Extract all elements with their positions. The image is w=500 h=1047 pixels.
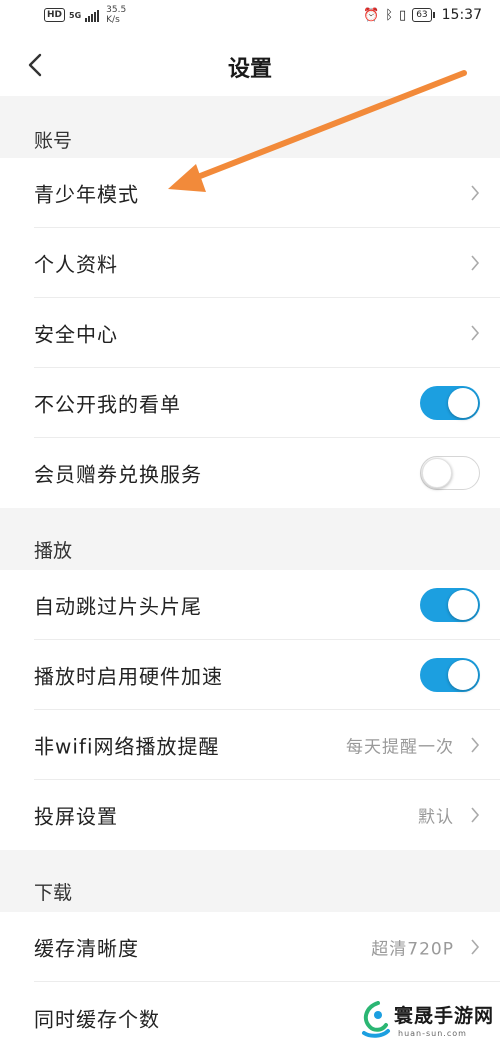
settings-row-youth-mode[interactable]: 青少年模式: [0, 158, 500, 228]
settings-row-security[interactable]: 安全中心: [0, 298, 500, 368]
settings-row-cache-quality[interactable]: 缓存清晰度 超清720P: [0, 912, 500, 982]
section-header-account: 账号: [0, 96, 500, 158]
battery-icon: 63: [412, 8, 436, 22]
clock: 15:37: [441, 7, 482, 23]
alarm-icon: ⏰: [363, 7, 380, 23]
section-title: 账号: [34, 130, 73, 152]
row-label: 自动跳过片头片尾: [34, 594, 202, 619]
row-value: 超清720P: [371, 939, 454, 960]
settings-row-skip-intro: 自动跳过片头片尾: [0, 570, 500, 640]
row-value: 每天提醒一次: [346, 737, 454, 758]
chevron-right-icon: [471, 737, 480, 753]
settings-row-profile[interactable]: 个人资料: [0, 228, 500, 298]
row-label: 会员赠券兑换服务: [34, 462, 202, 487]
toggle-knob: [448, 660, 478, 690]
row-label: 投屏设置: [34, 804, 118, 829]
row-label: 非wifi网络播放提醒: [34, 734, 220, 759]
watermark-url: huan-sun.com: [398, 1029, 467, 1038]
row-label: 安全中心: [34, 322, 118, 347]
watermark-logo-icon: [362, 1001, 390, 1038]
bluetooth-icon: ᛒ: [385, 7, 394, 23]
settings-row-private-list: 不公开我的看单: [0, 368, 500, 438]
toggle-knob: [448, 388, 478, 418]
watermark: 寰晟手游网 huan-sun.com: [354, 997, 494, 1043]
section-title: 下载: [34, 882, 73, 904]
settings-row-hw-accel: 播放时启用硬件加速: [0, 640, 500, 710]
page-title: 设置: [227, 57, 272, 82]
row-value: 默认: [418, 807, 454, 828]
row-label: 缓存清晰度: [34, 936, 139, 961]
network-type: 5G: [69, 10, 82, 20]
row-label: 不公开我的看单: [34, 392, 181, 417]
net-speed-value: 35.5: [106, 5, 127, 15]
hd-badge: HD: [44, 8, 66, 22]
net-speed: 35.5 K/s: [106, 5, 126, 25]
row-label: 个人资料: [34, 252, 118, 277]
row-label: 同时缓存个数: [34, 1007, 160, 1032]
hw-accel-toggle[interactable]: [420, 658, 480, 692]
status-left: HD 5G 35.5 K/s: [44, 5, 126, 25]
section-header-download: 下载: [0, 850, 500, 912]
row-label: 播放时启用硬件加速: [34, 664, 223, 689]
watermark-name: 寰晟手游网: [394, 1005, 495, 1027]
chevron-right-icon: [471, 325, 480, 341]
chevron-right-icon: [471, 807, 480, 823]
settings-row-vip-coupon: 会员赠券兑换服务: [0, 438, 500, 508]
private-list-toggle[interactable]: [420, 386, 480, 420]
chevron-right-icon: [471, 185, 480, 201]
vip-coupon-toggle[interactable]: [420, 456, 480, 490]
status-bar: HD 5G 35.5 K/s ⏰ ᛒ ▯ 63 15:37: [0, 0, 500, 34]
toggle-knob: [422, 458, 452, 488]
section-header-playback: 播放: [0, 508, 500, 570]
signal-icon: [85, 8, 100, 22]
settings-row-cast[interactable]: 投屏设置 默认: [0, 780, 500, 850]
net-speed-unit: K/s: [106, 15, 120, 25]
chevron-right-icon: [471, 939, 480, 955]
status-right: ⏰ ᛒ ▯ 63 15:37: [363, 7, 482, 23]
vibrate-icon: ▯: [399, 7, 407, 23]
section-title: 播放: [34, 540, 73, 562]
row-label: 青少年模式: [34, 182, 139, 207]
skip-intro-toggle[interactable]: [420, 588, 480, 622]
nav-bar: 设置: [0, 34, 500, 96]
settings-row-non-wifi-reminder[interactable]: 非wifi网络播放提醒 每天提醒一次: [0, 710, 500, 780]
chevron-right-icon: [471, 255, 480, 271]
toggle-knob: [448, 590, 478, 620]
